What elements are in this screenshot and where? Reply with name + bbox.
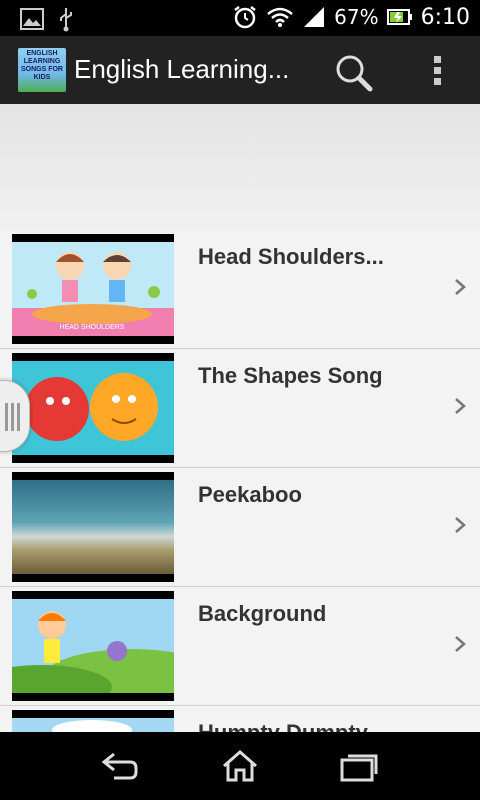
signal-icon (304, 7, 325, 27)
gallery-icon (20, 8, 44, 30)
song-title: Head Shoulders... (198, 244, 384, 269)
battery-percent: 67% (334, 5, 379, 29)
list-item[interactable]: Peekaboo (0, 468, 480, 587)
action-bar: ENGLISH LEARNING SONGS FOR KIDS English … (0, 36, 480, 104)
app-icon[interactable]: ENGLISH LEARNING SONGS FOR KIDS (18, 48, 66, 92)
app-icon-label: ENGLISH LEARNING SONGS FOR KIDS (20, 50, 63, 81)
list-item[interactable]: HEAD SHOULDERS Head Shoulders... (0, 230, 480, 349)
wifi-icon (267, 7, 293, 27)
chevron-right-icon (455, 398, 466, 414)
overflow-menu-icon[interactable] (420, 50, 456, 90)
thumbnail-humpty-dumpty (12, 710, 174, 732)
song-list: HEAD SHOULDERS Head Shoulders... The Sha… (0, 230, 480, 732)
search-icon[interactable] (330, 52, 378, 92)
thumbnail-caption: HEAD SHOULDERS (60, 324, 125, 331)
app-title: English Learning... (74, 54, 290, 84)
song-title: Humpty Dumpty (198, 720, 368, 732)
thumbnail-peekaboo (12, 472, 174, 582)
chevron-right-icon (455, 517, 466, 533)
video-thumbnail-image (12, 718, 174, 732)
video-thumbnail-image (12, 361, 174, 455)
thumbnail-shapes-song (12, 353, 174, 463)
battery-icon (386, 9, 412, 25)
video-thumbnail-image (12, 480, 174, 574)
list-item[interactable]: Humpty Dumpty (0, 706, 480, 732)
alarm-icon (234, 6, 256, 29)
status-bar: 67% 6:10 (0, 0, 480, 36)
song-title: Peekaboo (198, 482, 302, 507)
back-icon[interactable] (90, 746, 150, 786)
video-thumbnail-image (12, 599, 174, 693)
grip-icon (5, 403, 21, 431)
list-item[interactable]: The Shapes Song (0, 349, 480, 468)
usb-icon (60, 8, 72, 32)
thumbnail-background (12, 591, 174, 701)
chevron-right-icon (455, 636, 466, 652)
chevron-right-icon (455, 279, 466, 295)
clock: 6:10 (420, 4, 470, 30)
thumbnail-head-shoulders: HEAD SHOULDERS (12, 234, 174, 344)
home-icon[interactable] (210, 746, 270, 786)
video-thumbnail-image: HEAD SHOULDERS (12, 242, 174, 336)
song-title: Background (198, 601, 327, 626)
recent-apps-icon[interactable] (330, 746, 390, 786)
navigation-bar (0, 732, 480, 800)
song-title: The Shapes Song (198, 363, 383, 388)
list-item[interactable]: Background (0, 587, 480, 706)
song-list-container[interactable]: HEAD SHOULDERS Head Shoulders... The Sha… (0, 104, 480, 732)
